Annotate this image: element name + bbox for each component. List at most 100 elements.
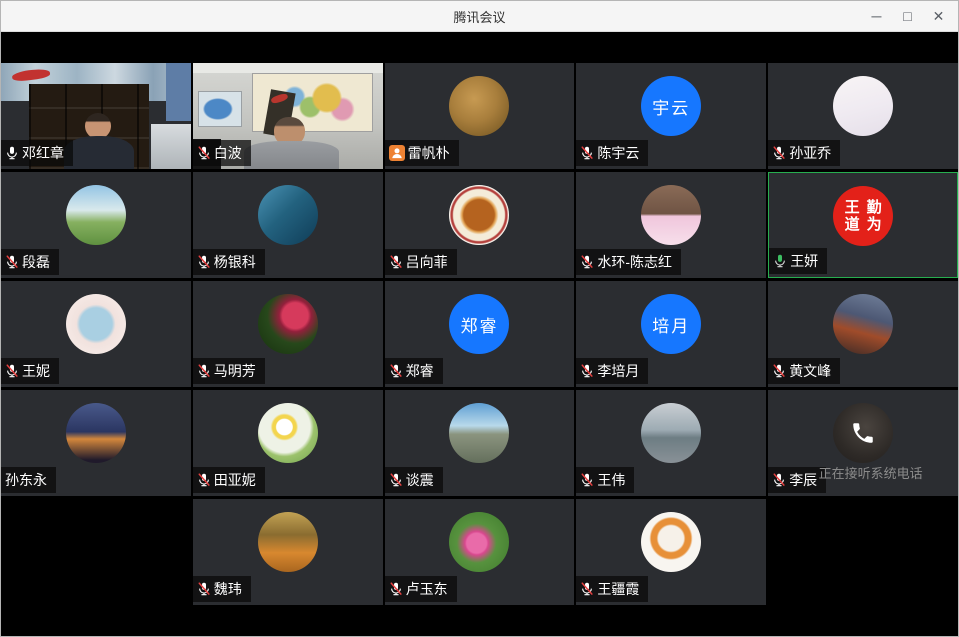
participant-name-label: 卢玉东 <box>385 576 457 602</box>
mic-muted-icon <box>772 146 786 160</box>
mic-muted-icon <box>197 364 211 378</box>
maximize-button[interactable]: □ <box>892 1 923 31</box>
participant-tile-雷帆朴[interactable]: 雷帆朴 <box>385 63 575 169</box>
avatar-red-ship-dusk <box>833 294 893 354</box>
window-curtain <box>166 63 191 121</box>
participant-tile-水环-陈志红[interactable]: 水环-陈志红 <box>576 172 766 278</box>
participant-name: 吕向菲 <box>406 252 448 272</box>
participant-name-label: 雷帆朴 <box>385 140 459 166</box>
participant-name: 段磊 <box>22 252 50 272</box>
participant-tile-段磊[interactable]: 段磊 <box>1 172 191 278</box>
participant-tile-王妍[interactable]: 王勤道为 王妍 <box>768 172 958 278</box>
participant-name-label: 黄文峰 <box>768 358 840 384</box>
participant-name-label: 田亚妮 <box>193 467 265 493</box>
participant-name-label: 李培月 <box>576 358 648 384</box>
mic-muted-icon <box>389 364 403 378</box>
participant-tile-谈震[interactable]: 谈震 <box>385 390 575 496</box>
participant-name-label: 孙东永 <box>1 467 56 493</box>
participant-name: 黄文峰 <box>789 361 831 381</box>
participant-tile-王伟[interactable]: 王伟 <box>576 390 766 496</box>
person-body <box>244 141 339 169</box>
participant-tile-陈宇云[interactable]: 宇云 陈宇云 <box>576 63 766 169</box>
seal-character: 勤 <box>867 200 882 216</box>
avatar-man-on-beach <box>641 403 701 463</box>
participant-tile-卢玉东[interactable]: 卢玉东 <box>385 499 575 605</box>
avatar-night-coast-city <box>66 403 126 463</box>
mic-muted-icon <box>197 146 211 160</box>
participant-tile-李辰[interactable]: 李辰 正在接听系统电话 <box>768 390 958 496</box>
participant-tile-吕向菲[interactable]: 吕向菲 <box>385 172 575 278</box>
participant-name: 孙东永 <box>5 470 47 490</box>
avatar-white-daisies <box>258 403 318 463</box>
participant-tile-王疆霞[interactable]: 王疆霞 <box>576 499 766 605</box>
mic-speaking-icon <box>773 254 787 268</box>
participant-name-label: 郑睿 <box>385 358 443 384</box>
seal-character: 为 <box>867 217 882 233</box>
participant-name: 李培月 <box>597 361 639 381</box>
window-title: 腾讯会议 <box>453 7 505 26</box>
participant-tile-田亚妮[interactable]: 田亚妮 <box>193 390 383 496</box>
participant-name-label: 段磊 <box>1 249 59 275</box>
mic-muted-icon <box>5 364 19 378</box>
ceiling <box>193 63 383 73</box>
mic-muted-icon <box>772 364 786 378</box>
avatar-sand-footprints <box>449 76 509 136</box>
mic-muted-icon <box>580 473 594 487</box>
participant-tile-王妮[interactable]: 王妮 <box>1 281 191 387</box>
mic-muted-icon <box>197 473 211 487</box>
avatar-white-rabbit-sketch <box>833 76 893 136</box>
participant-name-label: 邓红章 <box>1 140 73 166</box>
participant-tile-黄文峰[interactable]: 黄文峰 <box>768 281 958 387</box>
window-titlebar: 腾讯会议 ─ □ ✕ <box>1 1 958 32</box>
participant-name-label: 李辰 <box>768 467 826 493</box>
window-controls: ─ □ ✕ <box>861 1 954 31</box>
cabinet <box>151 124 191 169</box>
participant-name: 谈震 <box>406 470 434 490</box>
avatar-open-road-sky <box>449 403 509 463</box>
meeting-window: 腾讯会议 ─ □ ✕ 邓红章 白波 雷帆朴 宇云 陈宇云 <box>0 0 959 637</box>
avatar-initials: 培月 <box>641 294 701 354</box>
mic-icon <box>5 146 19 160</box>
seal-character: 道 <box>845 217 860 233</box>
participant-tile-邓红章[interactable]: 邓红章 <box>1 63 191 169</box>
minimize-button[interactable]: ─ <box>861 1 892 31</box>
participant-tile-白波[interactable]: 白波 <box>193 63 383 169</box>
participant-name-label: 王伟 <box>576 467 634 493</box>
participant-name: 王妍 <box>790 251 818 271</box>
avatar-desert-badge <box>449 185 509 245</box>
participant-name: 田亚妮 <box>214 470 256 490</box>
avatar-pet-on-pumpkin-autumn <box>258 512 318 572</box>
avatar-seal: 王勤道为 <box>833 186 893 246</box>
participant-tile-李培月[interactable]: 培月 李培月 <box>576 281 766 387</box>
participant-name: 雷帆朴 <box>408 143 450 163</box>
participant-name: 卢玉东 <box>406 579 448 599</box>
participant-name: 郑睿 <box>406 361 434 381</box>
participant-name: 王妮 <box>22 361 50 381</box>
participant-name-label: 水环-陈志红 <box>576 249 681 275</box>
mic-muted-icon <box>197 582 211 596</box>
participant-name-label: 魏玮 <box>193 576 251 602</box>
participant-tile-杨银科[interactable]: 杨银科 <box>193 172 383 278</box>
phone-user-icon <box>389 145 405 161</box>
participant-name: 白波 <box>214 143 242 163</box>
participant-name-label: 陈宇云 <box>576 140 648 166</box>
avatar-initials: 郑睿 <box>449 294 509 354</box>
participant-tile-孙亚乔[interactable]: 孙亚乔 <box>768 63 958 169</box>
participant-tile-郑睿[interactable]: 郑睿 郑睿 <box>385 281 575 387</box>
participant-name: 水环-陈志红 <box>597 252 672 272</box>
mic-muted-icon <box>580 364 594 378</box>
avatar-pets-love-collage <box>641 185 701 245</box>
participant-name-label: 孙亚乔 <box>768 140 840 166</box>
mic-muted-icon <box>580 582 594 596</box>
avatar-phone-call <box>833 403 893 463</box>
participant-tile-马明芳[interactable]: 马明芳 <box>193 281 383 387</box>
participant-tile-孙东永[interactable]: 孙东永 <box>1 390 191 496</box>
call-status-text: 正在接听系统电话 <box>819 463 923 482</box>
participant-tile-魏玮[interactable]: 魏玮 <box>193 499 383 605</box>
participant-name-label: 马明芳 <box>193 358 265 384</box>
close-button[interactable]: ✕ <box>923 1 954 31</box>
avatar-pink-lotus <box>449 512 509 572</box>
participant-name-label: 吕向菲 <box>385 249 457 275</box>
participant-grid: 邓红章 白波 雷帆朴 宇云 陈宇云 孙亚乔 段磊 <box>1 63 958 605</box>
participant-name: 李辰 <box>789 470 817 490</box>
